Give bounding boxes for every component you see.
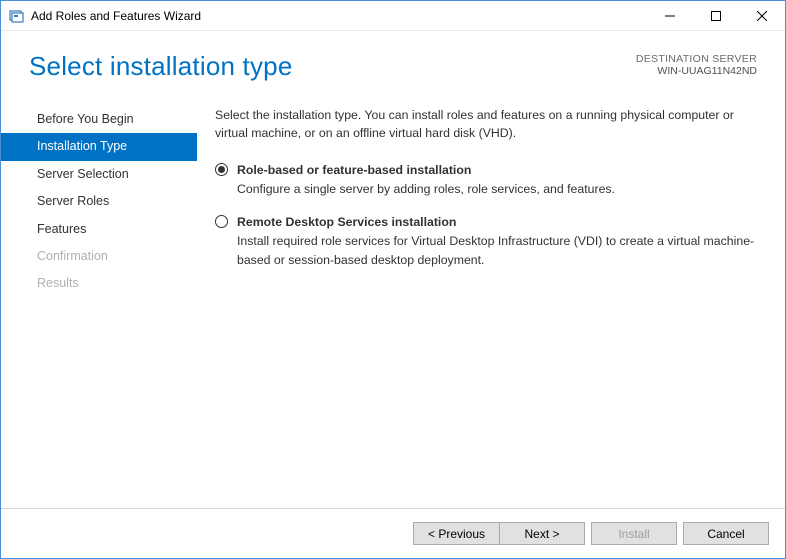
install-button: Install bbox=[591, 522, 677, 545]
window-title: Add Roles and Features Wizard bbox=[31, 9, 647, 23]
next-button[interactable]: Next > bbox=[499, 522, 585, 545]
option-role-based[interactable]: Role-based or feature-based installation… bbox=[215, 161, 757, 199]
option-text: Remote Desktop Services installation Ins… bbox=[237, 213, 757, 269]
window-controls bbox=[647, 1, 785, 30]
option-desc: Configure a single server by adding role… bbox=[237, 180, 757, 198]
footer: < Previous Next > Install Cancel bbox=[1, 508, 785, 558]
content-pane: Select the installation type. You can in… bbox=[197, 106, 785, 508]
nav-button-group: < Previous Next > bbox=[413, 522, 585, 545]
option-title: Role-based or feature-based installation bbox=[237, 161, 757, 179]
sidebar-item-confirmation: Confirmation bbox=[1, 243, 197, 270]
close-button[interactable] bbox=[739, 1, 785, 30]
option-remote-desktop[interactable]: Remote Desktop Services installation Ins… bbox=[215, 213, 757, 269]
option-title: Remote Desktop Services installation bbox=[237, 213, 757, 231]
option-desc: Install required role services for Virtu… bbox=[237, 232, 757, 269]
wizard-window: Add Roles and Features Wizard Select ins… bbox=[0, 0, 786, 559]
option-text: Role-based or feature-based installation… bbox=[237, 161, 757, 199]
body: Before You Begin Installation Type Serve… bbox=[1, 82, 785, 508]
previous-button[interactable]: < Previous bbox=[413, 522, 499, 545]
minimize-button[interactable] bbox=[647, 1, 693, 30]
minimize-icon bbox=[665, 11, 675, 21]
destination-server: WIN-UUAG11N42ND bbox=[636, 65, 757, 77]
radio-role-based[interactable] bbox=[215, 163, 228, 176]
maximize-button[interactable] bbox=[693, 1, 739, 30]
sidebar-item-server-roles[interactable]: Server Roles bbox=[1, 188, 197, 215]
titlebar: Add Roles and Features Wizard bbox=[1, 1, 785, 31]
sidebar-item-installation-type[interactable]: Installation Type bbox=[1, 133, 197, 160]
sidebar-item-before-you-begin[interactable]: Before You Begin bbox=[1, 106, 197, 133]
destination-block: DESTINATION SERVER WIN-UUAG11N42ND bbox=[636, 51, 757, 77]
header: Select installation type DESTINATION SER… bbox=[1, 31, 785, 82]
sidebar: Before You Begin Installation Type Serve… bbox=[1, 106, 197, 508]
close-icon bbox=[757, 11, 767, 21]
cancel-button[interactable]: Cancel bbox=[683, 522, 769, 545]
sidebar-item-results: Results bbox=[1, 270, 197, 297]
maximize-icon bbox=[711, 11, 721, 21]
page-title: Select installation type bbox=[29, 51, 293, 82]
intro-text: Select the installation type. You can in… bbox=[215, 106, 757, 143]
sidebar-item-server-selection[interactable]: Server Selection bbox=[1, 161, 197, 188]
sidebar-item-features[interactable]: Features bbox=[1, 216, 197, 243]
destination-label: DESTINATION SERVER bbox=[636, 53, 757, 65]
app-icon bbox=[9, 8, 25, 24]
radio-remote-desktop[interactable] bbox=[215, 215, 228, 228]
